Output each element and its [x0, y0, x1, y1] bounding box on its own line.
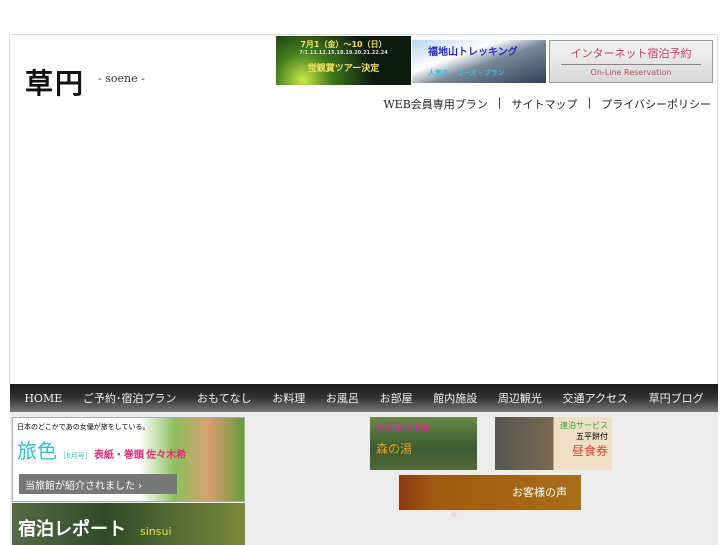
lunch-ticket-banner[interactable]: 連泊サービス 五平餅付 昼食券: [495, 417, 612, 470]
tabiiro-title: 旅色: [17, 439, 57, 463]
nav-rooms[interactable]: お部屋: [380, 390, 413, 406]
tour-days: 7/1.11.12.15.18.19.20.21.22.24: [299, 50, 388, 56]
tour-title: 蛍観賞ツアー決定: [307, 64, 380, 74]
nav-access[interactable]: 交通アクセス: [563, 390, 628, 406]
tabiiro-banner[interactable]: 日本のどこかであの女優が旅をしている。 旅色 ［6月号］ 表紙・巻頭 佐々木希 …: [12, 417, 245, 502]
nav-home[interactable]: HOME: [24, 392, 62, 405]
onsen-title: 絶景露天風呂: [376, 424, 431, 434]
separator: |: [497, 96, 502, 109]
tour-dates: 7月1（金）～10（日）: [300, 40, 387, 49]
firefly-tour-banner[interactable]: 7月1（金）～10（日） 7/1.11.12.15.18.19.20.21.22…: [276, 36, 411, 85]
lunch-service: 連泊サービス: [560, 421, 608, 430]
online-reservation-button[interactable]: インターネット宿泊予約 On-Line Reservation: [549, 40, 713, 83]
lunch-gohei: 五平餅付: [576, 432, 608, 441]
voice-label: お客様の声: [512, 486, 567, 499]
trekking-sub: 人気の コース・プラン: [428, 69, 505, 77]
stay-report-banner[interactable]: 宿泊レポート sinsui: [12, 503, 245, 545]
reservation-title: インターネット宿泊予約: [570, 47, 692, 60]
trekking-banner[interactable]: 福地山トレッキング 人気の コース・プラン: [412, 40, 546, 83]
customer-voice-banner[interactable]: お客様の声: [399, 475, 581, 510]
header-area: [9, 34, 718, 384]
header-links: WEB会員専用プラン | サイトマップ | プライバシーポリシー: [383, 96, 711, 112]
trekking-title: 福地山トレッキング: [428, 47, 518, 58]
onsen-name: 森の湯: [376, 442, 413, 456]
link-web-member-plan[interactable]: WEB会員専用プラン: [383, 96, 487, 112]
tabiiro-issue: ［6月号］: [59, 452, 92, 460]
nav-facilities[interactable]: 館内施設: [433, 390, 477, 406]
onsen-banner[interactable]: 絶景露天風呂 森の湯: [370, 417, 477, 470]
tabiiro-tagline: 日本のどこかであの女優が旅をしている。: [17, 423, 150, 431]
nav-cuisine[interactable]: お料理: [272, 390, 305, 406]
tabiiro-cover: 表紙・巻頭: [93, 450, 144, 461]
nav-reservation-plans[interactable]: ご予約･宿泊プラン: [83, 390, 177, 406]
site-logo[interactable]: 草円: [25, 62, 85, 102]
report-sub: sinsui: [140, 525, 172, 538]
separator: |: [587, 96, 592, 109]
nav-hospitality[interactable]: おもてなし: [197, 390, 252, 406]
link-privacy-policy[interactable]: プライバシーポリシー: [601, 96, 711, 112]
reservation-sub: On-Line Reservation: [590, 68, 672, 77]
report-title: 宿泊レポート: [18, 519, 126, 540]
nav-blog[interactable]: 草円ブログ: [649, 390, 704, 406]
logo-subtitle: - soene -: [98, 72, 145, 85]
nav-sightseeing[interactable]: 周辺観光: [498, 390, 542, 406]
tabiiro-actress: 佐々木希: [146, 450, 187, 461]
star-icon: ☆: [450, 510, 458, 519]
link-sitemap[interactable]: サイトマップ: [512, 96, 578, 112]
tabiiro-featured-button[interactable]: 当旅館が紹介されました ›: [19, 474, 177, 494]
lunch-ticket: 昼食券: [571, 444, 608, 458]
main-nav: HOME ご予約･宿泊プラン おもてなし お料理 お風呂 お部屋 館内施設 周辺…: [10, 384, 718, 412]
nav-bath[interactable]: お風呂: [326, 390, 359, 406]
divider: [561, 64, 701, 65]
